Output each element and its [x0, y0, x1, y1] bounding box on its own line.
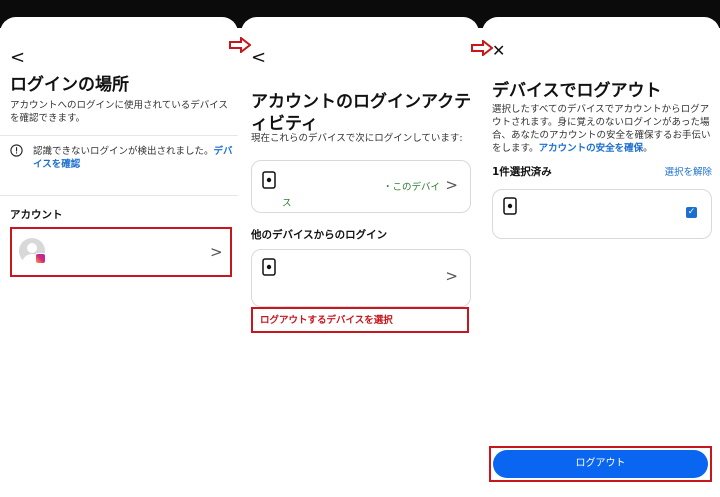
arrow-right-icon — [229, 37, 251, 53]
logout-button-highlight — [489, 446, 712, 482]
current-device-card[interactable]: ・このデバイ ス > — [251, 160, 471, 213]
back-button[interactable]: < — [10, 47, 25, 68]
chevron-right-icon: > — [445, 176, 458, 194]
login-locations-screen: < ログインの場所 アカウントへのログインに使用されているデバイスを確認できます… — [0, 17, 238, 497]
chevron-right-icon: > — [445, 267, 458, 285]
deselect-link[interactable]: 選択を解除 — [664, 164, 712, 178]
unrecognized-login-alert: 認識できないログインが検出されました。デバイスを確認 — [33, 145, 233, 171]
page-title: ログインの場所 — [10, 75, 129, 95]
back-button[interactable]: < — [251, 47, 266, 68]
divider — [0, 135, 238, 136]
account-row[interactable] — [10, 227, 232, 277]
section-label-account: アカウント — [10, 209, 63, 221]
page-title: デバイスでログアウト — [492, 81, 662, 101]
section-label-other: 他のデバイスからのログイン — [251, 229, 388, 241]
login-activity-screen: < アカウントのログインアクティビティ 現在これらのデバイスで次にログインしてい… — [241, 17, 479, 497]
current-device-status-cont: ス — [282, 198, 292, 209]
secure-account-link[interactable]: アカウントの安全を確保 — [539, 143, 644, 154]
page-subtitle: 現在これらのデバイスで次にログインしています: — [251, 133, 463, 144]
description-end: 。 — [643, 143, 653, 154]
page-title: アカウントのログインアクティビティ — [251, 92, 472, 134]
logout-devices-screen: ✕ デバイスでログアウト 選択したすべてのデバイスでアカウントからログアウトされ… — [482, 17, 720, 497]
exclamation-circle-icon — [10, 144, 23, 157]
current-device-status: ・このデバイ — [382, 182, 440, 193]
device-checkbox[interactable]: ✓ — [686, 207, 697, 218]
page-description: 選択したすべてのデバイスでアカウントからログアウトされます。身に覚えのないログイ… — [492, 103, 714, 155]
apple-phone-icon — [503, 197, 517, 215]
apple-phone-icon — [262, 258, 276, 276]
apple-phone-icon — [262, 171, 276, 189]
page-description: アカウントへのログインに使用されているデバイスを確認できます。 — [10, 100, 228, 124]
selected-count: 1件選択済み — [492, 166, 552, 178]
close-icon[interactable]: ✕ — [492, 41, 505, 60]
arrow-right-icon — [471, 40, 493, 56]
alert-text: 認識できないログインが検出されました。 — [33, 146, 214, 157]
select-devices-to-logout-link[interactable]: ログアウトするデバイスを選択 — [260, 312, 393, 326]
other-device-card[interactable]: > — [251, 249, 471, 307]
divider — [0, 195, 238, 196]
selected-device-card[interactable]: ✓ — [492, 189, 712, 239]
